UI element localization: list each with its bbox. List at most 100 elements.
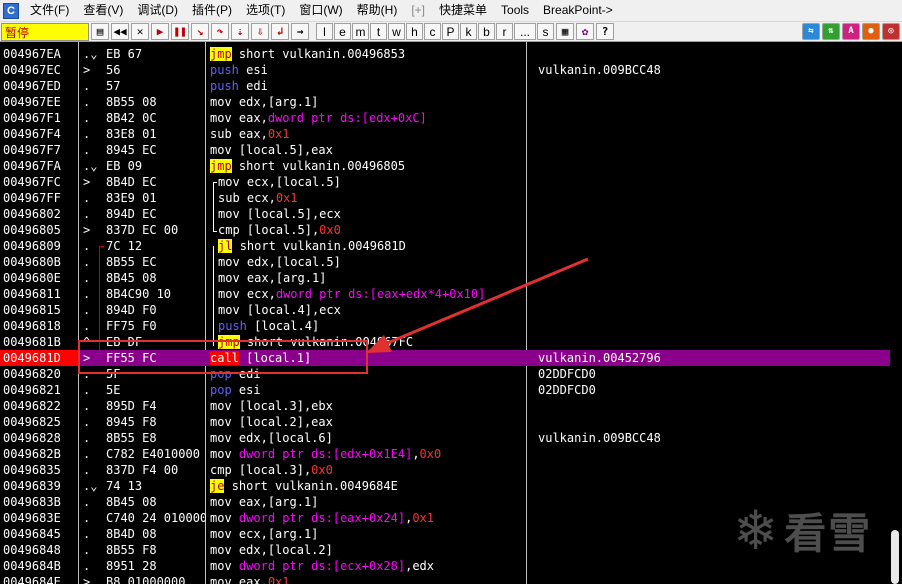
toolbar-windows-button[interactable]: w bbox=[388, 23, 405, 40]
scrollbar-thumb[interactable] bbox=[891, 530, 899, 584]
menu-file[interactable]: 文件(F) bbox=[23, 0, 76, 21]
row-mnemonic: push bbox=[218, 319, 247, 333]
toolbar-patches-button[interactable]: P bbox=[442, 23, 459, 40]
menu-debug[interactable]: 调试(D) bbox=[130, 0, 185, 21]
trace-into-icon[interactable]: ⇣ bbox=[231, 23, 249, 40]
open-file-icon[interactable]: ▤ bbox=[91, 23, 109, 40]
execute-till-return-icon[interactable]: ↲ bbox=[271, 23, 289, 40]
menu-breakpoint[interactable]: BreakPoint-> bbox=[536, 0, 620, 21]
disassembly-row[interactable]: 004967F7. 8945 EC mov [local.5],eax bbox=[0, 142, 890, 158]
toolbar-callstack-button[interactable]: k bbox=[460, 23, 477, 40]
row-hex-bytes: 8B4D 08 bbox=[106, 527, 157, 541]
menu-view[interactable]: 查看(V) bbox=[76, 0, 130, 21]
row-comment bbox=[538, 254, 878, 270]
disassembly-row[interactable]: 004967F4. 83E8 01 sub eax,0x1 bbox=[0, 126, 890, 142]
disassembly-row[interactable]: 004967EE. 8B55 08 mov edx,[arg.1] bbox=[0, 94, 890, 110]
disassembly-row[interactable]: 00496811. 8B4C90 10 mov ecx,dword ptr ds:[… bbox=[0, 286, 890, 302]
toolbar-source-button[interactable]: s bbox=[537, 23, 554, 40]
tool-green-icon[interactable]: ⇅ bbox=[822, 23, 840, 40]
disassembly-row[interactable]: 00496835. 837D F4 00 cmp [local.3],0x0 bbox=[0, 462, 890, 478]
toolbar-references-button[interactable]: r bbox=[496, 23, 513, 40]
vertical-scrollbar[interactable] bbox=[890, 42, 902, 584]
row-mnemonic: mov bbox=[218, 271, 240, 285]
step-into-icon[interactable]: ↘ bbox=[191, 23, 209, 40]
tool-target-icon[interactable]: ◎ bbox=[882, 23, 900, 40]
row-operand: edi bbox=[246, 79, 268, 93]
tool-blue-icon[interactable]: ⇆ bbox=[802, 23, 820, 40]
disassembly-row[interactable]: 004967EA .⌄ EB 67 jmp short vulkanin.004968… bbox=[0, 46, 890, 62]
disassembly-row[interactable]: 00496815. 894D F0 mov [local.4],ecx bbox=[0, 302, 890, 318]
row-operand: short vulkanin.00496805 bbox=[238, 159, 406, 173]
disassembly-row[interactable]: 00496818. FF75 F0 push [local.4] bbox=[0, 318, 890, 334]
disassembly-row[interactable]: 004967FF. 83E9 01 sub ecx,0x1 bbox=[0, 190, 890, 206]
row-hex-bytes: 57 bbox=[106, 79, 121, 93]
disassembly-row[interactable]: 00496825. 8945 F8 mov [local.2],eax bbox=[0, 414, 890, 430]
disassembly-pane[interactable]: 004967EA .⌄ EB 67 jmp short vulkanin.004968… bbox=[0, 42, 902, 584]
row-jump-marker: . bbox=[83, 495, 91, 509]
disassembly-row[interactable]: 004967EC >56 push esi vulkanin.009BCC48 bbox=[0, 62, 890, 78]
disassembly-row[interactable]: 004967FC >8B4D EC mov ecx,[local.5] bbox=[0, 174, 890, 190]
row-address: 004967EE bbox=[3, 95, 61, 109]
disassembly-row[interactable]: 0049680B. 8B55 EC mov edx,[local.5] bbox=[0, 254, 890, 270]
row-hex-bytes: 56 bbox=[106, 63, 121, 77]
disassembly-row[interactable]: 0049684E > B8 01000000 mov eax,0x1 bbox=[0, 574, 890, 584]
disassembly-row[interactable]: 0049682B. C782 E4010000 mov dword ptr ds:[… bbox=[0, 446, 890, 462]
disassembly-row[interactable]: 00496809. 7C 12 jl short vulkanin.0049681D bbox=[0, 238, 890, 254]
row-hex-bytes: 894D F0 bbox=[106, 303, 157, 317]
ollydbg-app-icon[interactable]: C bbox=[3, 2, 19, 19]
menu-shortcut[interactable]: 快捷菜单 bbox=[432, 0, 494, 21]
toolbar-handles-button[interactable]: h bbox=[406, 23, 423, 40]
toolbar-runtrace-button[interactable]: ... bbox=[514, 23, 536, 40]
row-operand: [local.3], bbox=[238, 463, 312, 477]
menu-expand[interactable]: [+] bbox=[404, 0, 432, 21]
disassembly-row[interactable]: 00496822. 895D F4 mov [local.3],ebx bbox=[0, 398, 890, 414]
disassembly-row[interactable]: 00496805 >837D EC 00 cmp [local.5],0x0 bbox=[0, 222, 890, 238]
row-mnemonic: mov bbox=[210, 143, 232, 157]
disassembly-row[interactable]: 004967ED. 57 push edi bbox=[0, 78, 890, 94]
menu-help[interactable]: 帮助(H) bbox=[350, 0, 405, 21]
plugin-icon[interactable]: ✿ bbox=[576, 23, 594, 40]
toolbar-memory-button[interactable]: m bbox=[352, 23, 369, 40]
goto-icon[interactable]: → bbox=[291, 23, 309, 40]
tool-orange-icon[interactable]: ● bbox=[862, 23, 880, 40]
menu-window[interactable]: 窗口(W) bbox=[292, 0, 349, 21]
pause-icon[interactable]: ❚❚ bbox=[171, 23, 189, 40]
row-address: 0049680E bbox=[3, 271, 61, 285]
disassembly-row[interactable]: 00496839 .⌄ 74 13 je short vulkanin.0049684… bbox=[0, 478, 890, 494]
toolbar-breakpoints-button[interactable]: b bbox=[478, 23, 495, 40]
disassembly-row[interactable]: 004967F1. 8B42 0C mov eax,dword ptr ds:[ed… bbox=[0, 110, 890, 126]
step-over-icon[interactable]: ↷ bbox=[211, 23, 229, 40]
row-address: 00496828 bbox=[3, 431, 61, 445]
row-address: 00496839 bbox=[3, 479, 61, 493]
row-disassembly: mov ecx,dword ptr ds:[eax+edx*4+0x10] bbox=[210, 286, 534, 302]
grid-icon[interactable]: ▦ bbox=[556, 23, 574, 40]
row-jump-marker: . bbox=[83, 415, 91, 429]
disassembly-row[interactable]: 0049680E. 8B45 08 mov eax,[arg.1] bbox=[0, 270, 890, 286]
trace-over-icon[interactable]: ⇩ bbox=[251, 23, 269, 40]
row-operand: eax, bbox=[238, 575, 268, 584]
menu-plugins[interactable]: 插件(P) bbox=[185, 0, 239, 21]
tool-a-icon[interactable]: A bbox=[842, 23, 860, 40]
row-comment bbox=[538, 446, 878, 462]
disassembly-row[interactable]: 00496802. 894D EC mov [local.5],ecx bbox=[0, 206, 890, 222]
disassembly-row[interactable]: 00496821. 5E pop esi 02DDFCD0 bbox=[0, 382, 890, 398]
close-icon[interactable]: ✕ bbox=[131, 23, 149, 40]
jump-bracket bbox=[213, 246, 214, 346]
disassembly-row[interactable]: 004967FA .⌄ EB 09 jmp short vulkanin.004968… bbox=[0, 158, 890, 174]
row-hex-bytes: 837D EC 00 bbox=[106, 223, 179, 237]
toolbar-log-button[interactable]: l bbox=[316, 23, 333, 40]
toolbar-modules-button[interactable]: e bbox=[334, 23, 351, 40]
row-disassembly: mov [local.5],eax bbox=[210, 142, 526, 158]
disassembly-row[interactable]: 00496828. 8B55 E8 mov edx,[local.6] vulkani… bbox=[0, 430, 890, 446]
row-mnemonic: jmp bbox=[210, 47, 232, 61]
menu-tools[interactable]: Tools bbox=[494, 0, 536, 21]
restart-icon[interactable]: ◀◀ bbox=[111, 23, 129, 40]
toolbar-threads-button[interactable]: t bbox=[370, 23, 387, 40]
toolbar-cpu-button[interactable]: c bbox=[424, 23, 441, 40]
row-address: 0049683B bbox=[3, 495, 61, 509]
menu-options[interactable]: 选项(T) bbox=[239, 0, 292, 21]
row-address: 004967ED bbox=[3, 79, 61, 93]
run-icon[interactable]: ▶ bbox=[151, 23, 169, 40]
help-icon[interactable]: ? bbox=[596, 23, 614, 40]
row-disassembly: push edi bbox=[210, 78, 526, 94]
